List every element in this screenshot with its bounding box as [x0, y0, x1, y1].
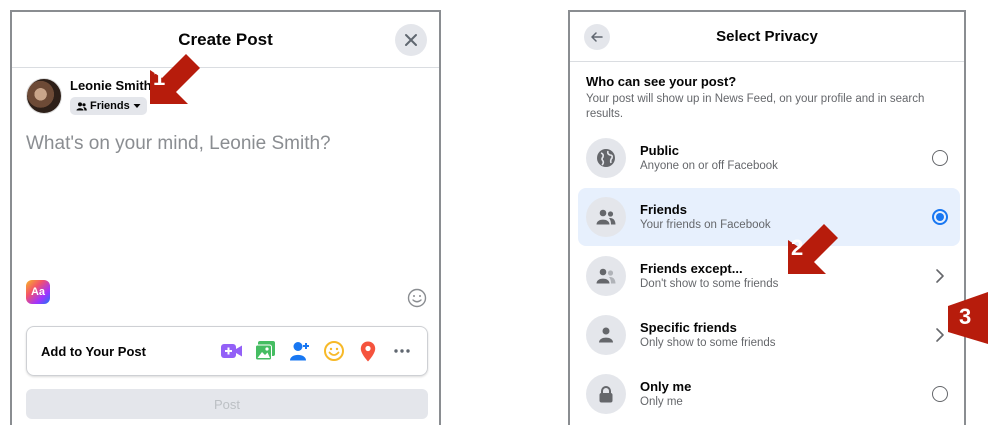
privacy-option-only-me[interactable]: Only me Only me	[578, 365, 960, 423]
step-marker-1: 1	[148, 52, 206, 104]
tutorial-stage: Create Post Leonie Smith Friends What's …	[0, 0, 988, 425]
add-to-post-label: Add to Your Post	[41, 343, 146, 359]
option-title: Specific friends	[640, 319, 737, 335]
dialog-title: Select Privacy	[716, 28, 818, 45]
radio-friends[interactable]	[932, 209, 948, 225]
person-icon	[586, 315, 626, 355]
option-title: Friends except...	[640, 260, 743, 276]
add-to-post-bar: Add to Your Post	[26, 326, 428, 376]
tag-people-icon[interactable]	[289, 340, 311, 362]
more-icon[interactable]	[391, 340, 413, 362]
chevron-right-icon[interactable]	[935, 327, 945, 343]
audience-label: Friends	[90, 100, 130, 112]
option-subtitle: Only me	[640, 395, 683, 408]
privacy-option-specific-friends[interactable]: Specific friends Only show to some frien…	[578, 306, 960, 364]
option-subtitle: Only show to some friends	[640, 336, 776, 349]
option-subtitle: Your friends on Facebook	[640, 218, 771, 231]
select-privacy-header: Select Privacy	[570, 12, 964, 62]
privacy-option-public[interactable]: Public Anyone on or off Facebook	[578, 129, 960, 187]
radio-public[interactable]	[932, 150, 948, 166]
lock-icon	[586, 374, 626, 414]
step-number: 3	[959, 304, 972, 329]
privacy-question: Who can see your post?	[586, 74, 737, 89]
friends-icon	[76, 101, 87, 110]
smiley-icon	[407, 288, 427, 308]
back-button[interactable]	[584, 24, 610, 50]
feeling-icon[interactable]	[323, 340, 345, 362]
chevron-right-icon[interactable]	[935, 268, 945, 284]
post-button[interactable]: Post	[26, 389, 428, 419]
privacy-option-friends-except[interactable]: Friends except... Don't show to some fri…	[578, 247, 960, 305]
caret-down-icon	[133, 104, 141, 108]
step-number: 1	[153, 65, 166, 90]
globe-icon	[586, 138, 626, 178]
photo-icon[interactable]	[255, 340, 277, 362]
privacy-description: Your post will show up in News Feed, on …	[586, 93, 925, 120]
friends-icon	[586, 197, 626, 237]
step-marker-2: 2	[786, 222, 844, 274]
arrow-left-icon	[591, 32, 603, 42]
option-title: Public	[640, 142, 680, 158]
location-pin-icon[interactable]	[357, 340, 379, 362]
close-icon	[405, 34, 417, 46]
step-number: 2	[791, 235, 804, 260]
option-title: Only me	[640, 378, 692, 394]
post-author: Leonie Smith Friends	[26, 78, 152, 116]
friends-except-icon	[586, 256, 626, 296]
post-composer-input[interactable]: What's on your mind, Leonie Smith?	[26, 133, 331, 155]
emoji-button[interactable]	[407, 288, 427, 313]
text-style-button[interactable]: Aa	[26, 280, 50, 304]
dialog-title: Create Post	[178, 29, 273, 49]
privacy-option-friends[interactable]: Friends Your friends on Facebook	[578, 188, 960, 246]
video-camera-icon[interactable]	[221, 340, 243, 362]
step-marker-3: 3	[948, 292, 988, 344]
option-subtitle: Anyone on or off Facebook	[640, 159, 778, 172]
close-button[interactable]	[395, 24, 427, 56]
create-post-dialog: Create Post Leonie Smith Friends What's …	[10, 10, 441, 425]
audience-selector-button[interactable]: Friends	[70, 97, 147, 115]
create-post-header: Create Post	[12, 12, 439, 68]
avatar[interactable]	[26, 78, 62, 114]
select-privacy-dialog: Select Privacy Who can see your post? Yo…	[568, 10, 966, 425]
user-name: Leonie Smith	[70, 78, 152, 93]
radio-only-me[interactable]	[932, 386, 948, 402]
option-title: Friends	[640, 201, 687, 217]
option-subtitle: Don't show to some friends	[640, 277, 779, 290]
